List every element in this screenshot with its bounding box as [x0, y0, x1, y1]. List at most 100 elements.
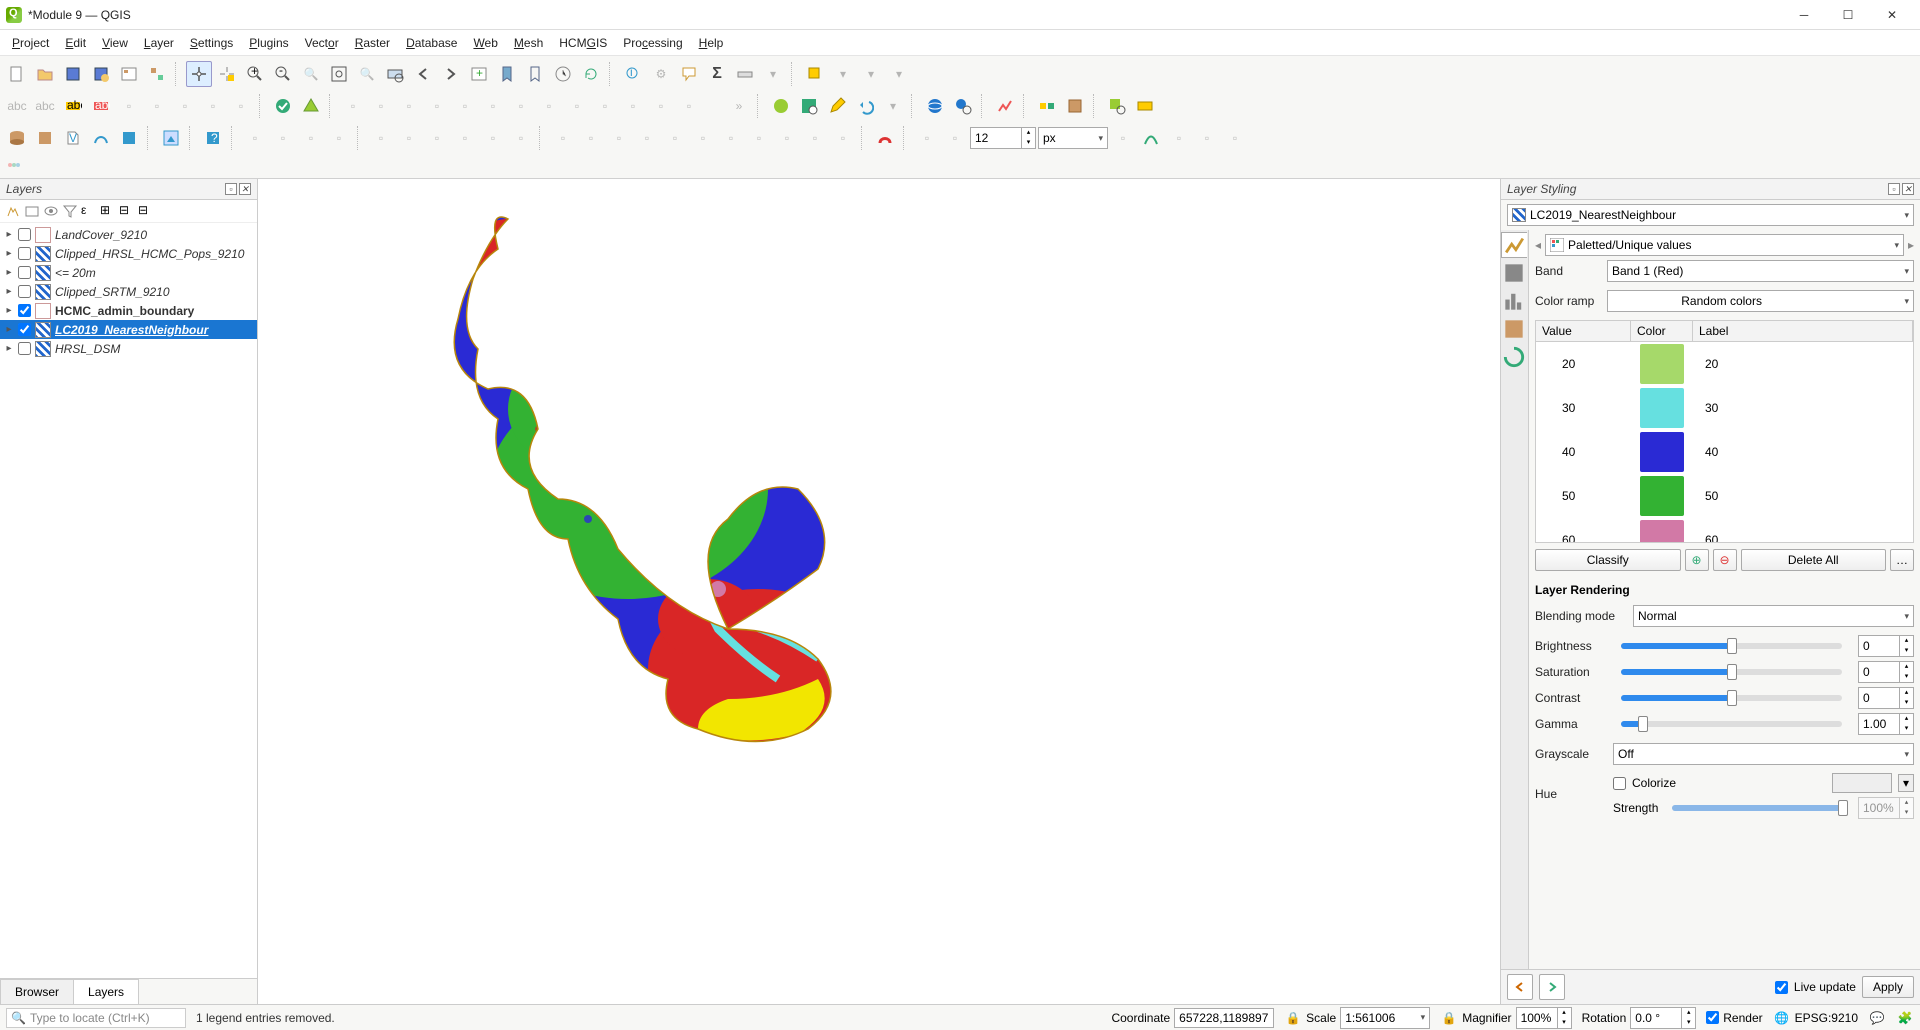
zoom-last-icon[interactable] [410, 61, 436, 87]
ed12-icon[interactable]: ▫ [648, 93, 674, 119]
refresh-icon[interactable] [578, 61, 604, 87]
measure-dropdown-icon[interactable]: ▾ [760, 61, 786, 87]
map-canvas[interactable] [258, 179, 1500, 1004]
select-icon[interactable] [802, 61, 828, 87]
plugins-icon[interactable]: 🧩 [1896, 1009, 1914, 1027]
statistics-icon[interactable]: Σ [704, 61, 730, 87]
coord-input[interactable] [1174, 1008, 1274, 1028]
blending-combo[interactable]: Normal▾ [1633, 605, 1914, 627]
scale-combo[interactable]: 1:561006▾ [1340, 1007, 1430, 1029]
ed13-icon[interactable]: ▫ [676, 93, 702, 119]
snp2-icon[interactable]: ▫ [1166, 125, 1192, 151]
osm-find-icon[interactable] [796, 93, 822, 119]
dg1-icon[interactable]: ▫ [242, 125, 268, 151]
layer-item[interactable]: ▸ <= 20m [0, 263, 257, 282]
ed4-icon[interactable]: ▫ [424, 93, 450, 119]
th-color[interactable]: Color [1631, 321, 1693, 341]
dg16-icon[interactable]: ▫ [690, 125, 716, 151]
layer-item[interactable]: ▸ LandCover_9210 [0, 225, 257, 244]
layer-visibility-checkbox[interactable] [18, 285, 31, 298]
new-spatialite-icon[interactable] [88, 125, 114, 151]
dg4-icon[interactable]: ▫ [326, 125, 352, 151]
edit-pencil-icon[interactable] [824, 93, 850, 119]
layer-expand-icon[interactable]: ⊞ [100, 203, 116, 219]
menu-web[interactable]: Web [465, 34, 505, 52]
proc1-icon[interactable] [1034, 93, 1060, 119]
expand-icon[interactable]: ▸ [4, 324, 14, 335]
strength-slider[interactable] [1672, 805, 1844, 811]
menu-processing[interactable]: Processing [615, 34, 690, 52]
colorize-dd[interactable]: ▾ [1898, 774, 1914, 792]
class-swatch[interactable] [1640, 432, 1684, 472]
check-geom-icon[interactable] [270, 93, 296, 119]
label-highlight-icon[interactable]: abc [60, 93, 86, 119]
rotation-input[interactable]: ▴▾ [1630, 1007, 1696, 1029]
dg18-icon[interactable]: ▫ [746, 125, 772, 151]
layer-list[interactable]: ▸ LandCover_9210▸ Clipped_HRSL_HCMC_Pops… [0, 223, 257, 978]
snap-value[interactable] [971, 128, 1021, 148]
more-button[interactable]: … [1890, 549, 1914, 571]
class-row[interactable]: 50 50 [1536, 474, 1913, 518]
globe-search-icon[interactable] [950, 93, 976, 119]
globe-icon[interactable] [922, 93, 948, 119]
th-label[interactable]: Label [1693, 321, 1913, 341]
brightness-slider[interactable] [1621, 643, 1842, 649]
menu-raster[interactable]: Raster [347, 34, 398, 52]
menu-plugins[interactable]: Plugins [241, 34, 296, 52]
gamma-input[interactable]: ▴▾ [1858, 713, 1914, 735]
band-combo[interactable]: Band 1 (Red)▾ [1607, 260, 1914, 282]
contrast-input[interactable]: ▴▾ [1858, 687, 1914, 709]
dg2-icon[interactable]: ▫ [270, 125, 296, 151]
close-button[interactable]: ✕ [1870, 1, 1914, 29]
dg19-icon[interactable]: ▫ [774, 125, 800, 151]
dg12-icon[interactable]: ▫ [578, 125, 604, 151]
locator-search[interactable]: 🔍 Type to locate (Ctrl+K) [6, 1008, 186, 1028]
expand-icon[interactable]: ▸ [4, 305, 14, 316]
osm-icon[interactable] [768, 93, 794, 119]
snap-grid-icon[interactable]: ▫ [942, 125, 968, 151]
dg20-icon[interactable]: ▫ [802, 125, 828, 151]
dg9-icon[interactable]: ▫ [480, 125, 506, 151]
saturation-input[interactable]: ▴▾ [1858, 661, 1914, 683]
tab-histogram-icon[interactable] [1501, 288, 1527, 314]
class-row[interactable]: 40 40 [1536, 430, 1913, 474]
temporal-icon[interactable] [550, 61, 576, 87]
expand-icon[interactable]: ▸ [4, 248, 14, 259]
ramp-combo[interactable]: Random colors▾ [1607, 290, 1914, 312]
ed7-icon[interactable]: ▫ [508, 93, 534, 119]
dg5-icon[interactable]: ▫ [368, 125, 394, 151]
tab-rendering-icon[interactable] [1501, 316, 1527, 342]
class-swatch[interactable] [1640, 476, 1684, 516]
lock-icon[interactable]: 🔒 [1440, 1009, 1458, 1027]
tab-browser[interactable]: Browser [0, 979, 74, 1004]
snap-red-icon[interactable] [872, 125, 898, 151]
style-dock-icon[interactable] [158, 125, 184, 151]
snp3-icon[interactable]: ▫ [1194, 125, 1220, 151]
menu-help[interactable]: Help [691, 34, 732, 52]
crs-value[interactable]: EPSG:9210 [1795, 1011, 1858, 1025]
ed5-icon[interactable]: ▫ [452, 93, 478, 119]
expand-icon[interactable]: ▸ [4, 343, 14, 354]
class-row[interactable]: 20 20 [1536, 342, 1913, 386]
new-shp-icon[interactable]: V [60, 125, 86, 151]
new-bookmark-icon[interactable] [494, 61, 520, 87]
layer-item[interactable]: ▸ HCMC_admin_boundary [0, 301, 257, 320]
layer-item[interactable]: ▸ Clipped_SRTM_9210 [0, 282, 257, 301]
menu-view[interactable]: View [94, 34, 136, 52]
new-virtual-icon[interactable] [116, 125, 142, 151]
magnifier-input[interactable]: ▴▾ [1516, 1007, 1572, 1029]
class-row[interactable]: 30 30 [1536, 386, 1913, 430]
ed8-icon[interactable]: ▫ [536, 93, 562, 119]
brightness-input[interactable]: ▴▾ [1858, 635, 1914, 657]
undo-style-icon[interactable] [1507, 974, 1533, 1000]
new-gpkg-icon[interactable] [32, 125, 58, 151]
layer-collapse-icon[interactable]: ⊟ [119, 203, 135, 219]
menu-settings[interactable]: Settings [182, 34, 241, 52]
layer-remove-icon[interactable]: ⊟ [138, 203, 154, 219]
ed11-icon[interactable]: ▫ [620, 93, 646, 119]
zoom-layer-icon[interactable] [382, 61, 408, 87]
tracing-icon[interactable] [1138, 125, 1164, 151]
pan-selection-icon[interactable] [214, 61, 240, 87]
maximize-button[interactable]: ☐ [1826, 1, 1870, 29]
dg6-icon[interactable]: ▫ [396, 125, 422, 151]
